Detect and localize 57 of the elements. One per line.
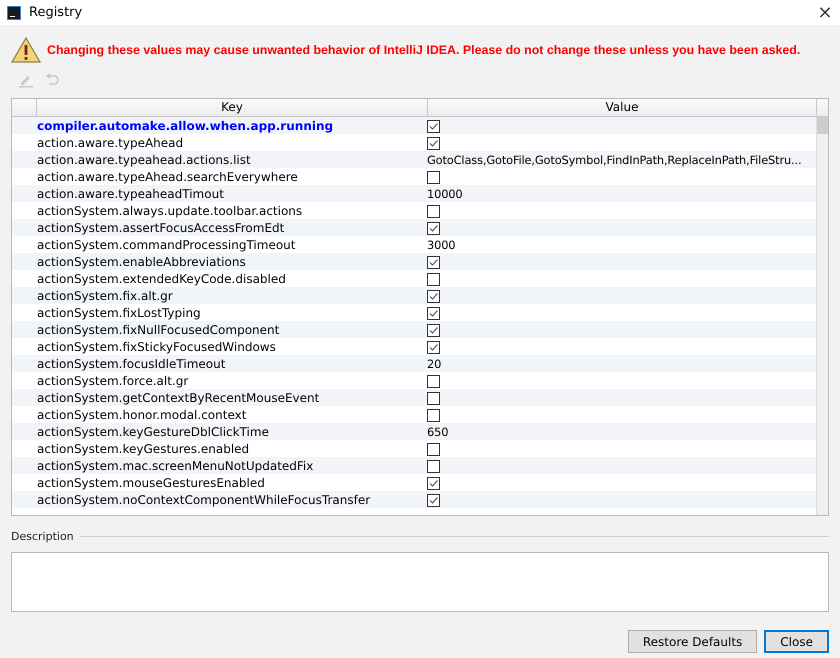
registry-value: 650 <box>427 424 448 438</box>
registry-key: actionSystem.always.update.toolbar.actions <box>37 204 302 218</box>
registry-key: actionSystem.noContextComponentWhileFocusTransfer <box>37 492 370 506</box>
registry-key: actionSystem.mac.screenMenuNotUpdatedFix <box>37 458 314 472</box>
checkbox[interactable] <box>427 290 440 303</box>
registry-value: 3000 <box>427 238 456 252</box>
registry-key: actionSystem.fixLostTyping <box>37 306 201 320</box>
registry-key: actionSystem.assertFocusAccessFromEdt <box>37 220 284 234</box>
registry-key: actionSystem.commandProcessingTimeout <box>37 238 296 252</box>
app-logo-icon <box>7 6 21 20</box>
registry-key: actionSystem.focusIdleTimeout <box>37 356 226 370</box>
registry-key: action.aware.typeaheadTimout <box>37 186 224 200</box>
registry-value: 20 <box>427 356 442 370</box>
checkbox[interactable] <box>427 120 440 133</box>
registry-key: actionSystem.honor.modal.context <box>37 408 246 422</box>
registry-key: actionSystem.keyGestures.enabled <box>37 442 250 456</box>
window-title: Registry <box>29 5 82 20</box>
warning-icon <box>11 37 41 63</box>
registry-key: actionSystem.fixNullFocusedComponent <box>37 322 280 336</box>
checkbox[interactable] <box>427 392 440 405</box>
close-button[interactable]: × <box>810 2 840 23</box>
checkbox[interactable] <box>427 222 440 235</box>
registry-key: compiler.automake.allow.when.app.running <box>37 118 334 132</box>
registry-key: actionSystem.fix.alt.gr <box>37 288 173 302</box>
checkbox[interactable] <box>427 324 440 337</box>
checkbox[interactable] <box>427 256 440 269</box>
checkbox[interactable] <box>427 306 440 320</box>
checkbox[interactable] <box>427 374 440 388</box>
scrollbar-thumb[interactable] <box>817 117 828 134</box>
registry-key: actionSystem.extendedKeyCode.disabled <box>37 272 286 286</box>
registry-key: action.aware.typeahead.actions.list <box>37 152 251 166</box>
checkbox[interactable] <box>427 170 440 184</box>
checkbox[interactable] <box>427 136 440 150</box>
registry-key: action.aware.typeAhead <box>37 136 184 150</box>
registry-key: actionSystem.mouseGesturesEnabled <box>37 476 265 490</box>
warning-message: Changing these values may cause unwanted behavior of IntelliJ IDEA. Please do not change these unless you have been asked. <box>47 43 800 57</box>
checkbox[interactable] <box>427 340 440 354</box>
checkbox[interactable] <box>427 476 440 490</box>
checkbox[interactable] <box>427 460 440 473</box>
checkbox[interactable] <box>427 442 440 456</box>
checkbox[interactable] <box>427 494 440 507</box>
description-label: Description <box>11 530 74 542</box>
registry-key: actionSystem.keyGestureDblClickTime <box>37 424 269 438</box>
dialog-button[interactable]: Restore Defaults <box>628 630 758 653</box>
column-header[interactable]: Key <box>37 99 428 116</box>
checkbox[interactable] <box>427 408 440 422</box>
registry-value: 10000 <box>427 186 462 200</box>
registry-key: actionSystem.enableAbbreviations <box>37 254 246 268</box>
registry-key: actionSystem.getContextByRecentMouseEvent <box>37 390 320 404</box>
registry-value: GotoClass,GotoFile,GotoSymbol,FindInPath,ReplaceInPath,FileStru... <box>427 152 802 166</box>
registry-key: actionSystem.fixStickyFocusedWindows <box>37 340 276 354</box>
column-header[interactable]: Value <box>428 99 817 116</box>
dialog-button[interactable]: Close <box>764 630 829 653</box>
checkbox[interactable] <box>427 204 440 218</box>
registry-key: actionSystem.force.alt.gr <box>37 374 188 388</box>
registry-key: action.aware.typeAhead.searchEverywhere <box>37 170 298 184</box>
checkbox[interactable] <box>427 272 440 286</box>
